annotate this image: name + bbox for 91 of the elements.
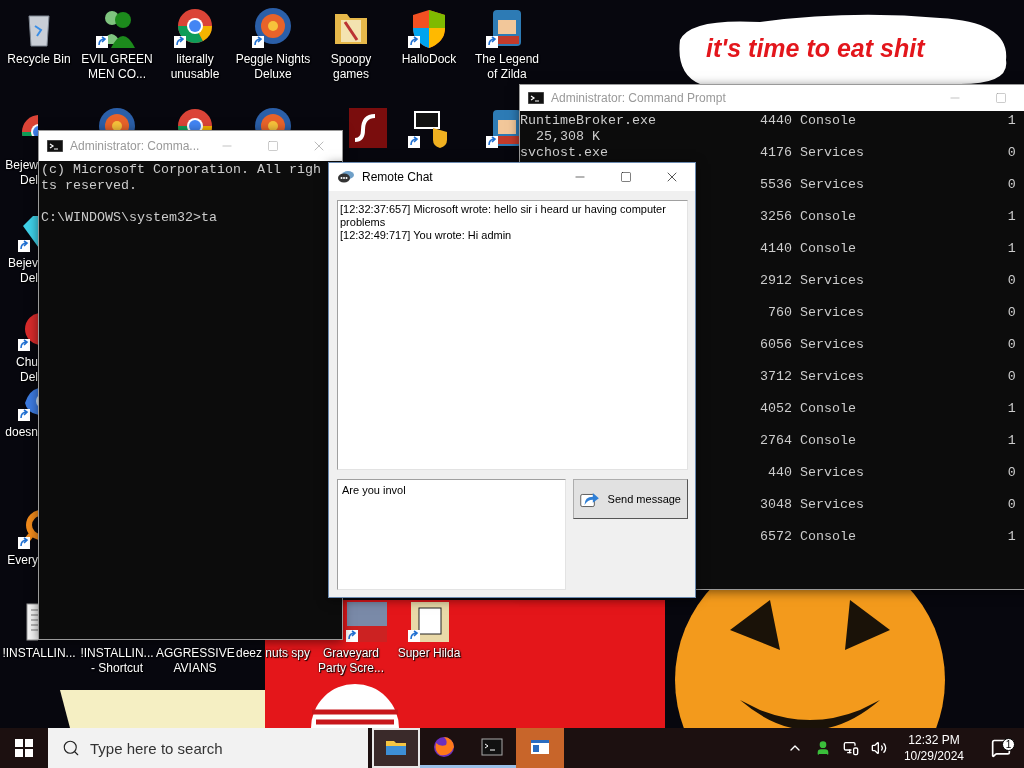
session-number: 0 bbox=[1007, 273, 1016, 289]
process-name: svchost.exe bbox=[520, 145, 609, 161]
window-title: Administrator: Command Prompt bbox=[551, 91, 727, 105]
process-id: 760 bbox=[766, 305, 792, 321]
desktop-icon-label[interactable]: AGGRESSIVE AVIANS bbox=[156, 646, 234, 676]
console-icon bbox=[528, 92, 544, 104]
desktop-icon-label[interactable]: The Legend of Zilda bbox=[468, 52, 546, 82]
process-id: 2912 bbox=[759, 273, 792, 289]
session-name: Services bbox=[799, 273, 865, 289]
start-icon bbox=[15, 739, 33, 757]
desktop-icon-label[interactable]: Graveyard Party Scre... bbox=[312, 646, 390, 676]
maximize-icon bbox=[995, 92, 1007, 104]
notification-count: 1 bbox=[1002, 738, 1015, 751]
chat-message: [12:32:37:657] Microsoft wrote: hello sir i heard ur having computer problems bbox=[340, 203, 667, 229]
session-number: 1 bbox=[1007, 529, 1016, 545]
desktop-icon-label[interactable]: Every bbox=[0, 553, 38, 568]
session-number: 1 bbox=[1007, 209, 1016, 225]
wallpaper-caption: it's time to eat shit bbox=[706, 34, 925, 63]
desktop-icon-label[interactable]: literally unusable bbox=[156, 52, 234, 82]
search-icon bbox=[62, 739, 80, 757]
session-number: 0 bbox=[1007, 497, 1016, 513]
session-name: Services bbox=[799, 305, 865, 321]
process-name: RuntimeBroker.exe bbox=[520, 113, 657, 129]
clock-date[interactable]: 10/29/2024 bbox=[903, 748, 964, 764]
window-title: Remote Chat bbox=[362, 170, 434, 184]
maximize-icon bbox=[267, 140, 279, 152]
process-id: 4052 bbox=[759, 401, 792, 417]
console-output: ts reserved. bbox=[41, 178, 138, 194]
process-id: 4140 bbox=[759, 241, 792, 257]
session-name: Services bbox=[799, 145, 865, 161]
desktop-icon-label[interactable]: EVIL GREEN MEN CO... bbox=[78, 52, 156, 82]
session-number: 0 bbox=[1007, 305, 1016, 321]
session-number: 1 bbox=[1007, 433, 1016, 449]
memory-usage: 25,308 K bbox=[535, 129, 601, 145]
desktop-icon-label[interactable]: Chu Del bbox=[0, 355, 38, 385]
desktop-icon-label[interactable]: !INSTALLIN... bbox=[0, 646, 78, 661]
console-icon bbox=[47, 140, 63, 152]
session-name: Console bbox=[799, 433, 857, 449]
process-id: 3048 bbox=[759, 497, 792, 513]
session-name: Console bbox=[799, 529, 857, 545]
session-number: 0 bbox=[1007, 145, 1016, 161]
session-name: Console bbox=[799, 241, 857, 257]
desktop-icon-label[interactable]: !INSTALLIN... - Shortcut bbox=[78, 646, 156, 676]
process-id: 2764 bbox=[759, 433, 792, 449]
desktop-icon-label[interactable]: Bejew Del bbox=[0, 158, 38, 188]
process-id: 6056 bbox=[759, 337, 792, 353]
console-output: (c) Microsoft Corporation. All righ bbox=[41, 162, 322, 178]
session-name: Console bbox=[799, 113, 857, 129]
session-name: Services bbox=[799, 465, 865, 481]
session-number: 1 bbox=[1007, 401, 1016, 417]
desktop-icon-label[interactable]: Spoopy games bbox=[312, 52, 390, 82]
process-id: 3256 bbox=[759, 209, 792, 225]
process-id: 5536 bbox=[759, 177, 792, 193]
desktop-icon-label[interactable]: Peggle Nights Deluxe bbox=[234, 52, 312, 82]
desktop-icon-label[interactable]: doesn bbox=[0, 425, 38, 440]
session-number: 1 bbox=[1007, 113, 1016, 129]
search-field[interactable]: Type here to search bbox=[48, 728, 368, 768]
session-name: Services bbox=[799, 369, 865, 385]
globe-icon bbox=[432, 734, 456, 759]
desktop-icon-label[interactable]: HalloDock bbox=[390, 52, 468, 67]
session-name: Services bbox=[799, 337, 865, 353]
session-name: Console bbox=[799, 401, 857, 417]
session-name: Console bbox=[799, 209, 857, 225]
process-id: 440 bbox=[766, 465, 792, 481]
session-number: 0 bbox=[1007, 369, 1016, 385]
desktop-icon-label[interactable]: Bejev Del bbox=[0, 256, 38, 286]
chat-message: [12:32:49:717] You wrote: Hi admin bbox=[340, 229, 513, 242]
taskbar-app-button[interactable] bbox=[372, 728, 420, 768]
session-number: 0 bbox=[1007, 337, 1016, 353]
console-prompt: C:\WINDOWS\system32>ta bbox=[41, 210, 218, 226]
chat-bubbles-icon bbox=[337, 170, 355, 184]
send-message-button[interactable]: Send message bbox=[573, 479, 688, 519]
session-number: 1 bbox=[1007, 241, 1016, 257]
maximize-icon bbox=[620, 171, 632, 183]
desktop-icon-label[interactable]: deez nuts spy bbox=[234, 646, 312, 661]
process-id: 4176 bbox=[759, 145, 792, 161]
process-id: 4440 bbox=[759, 113, 792, 129]
message-input[interactable]: Are you invol bbox=[337, 479, 566, 590]
clock-time[interactable]: 12:32 PM bbox=[908, 732, 960, 748]
picture-icon[interactable] bbox=[345, 600, 389, 644]
process-id: 6572 bbox=[759, 529, 792, 545]
session-name: Services bbox=[799, 177, 865, 193]
process-id: 3712 bbox=[759, 369, 792, 385]
window-title: Administrator: Comma... bbox=[70, 139, 201, 153]
desktop-icon-label[interactable]: Recycle Bin bbox=[0, 52, 78, 67]
pixel-art-icon[interactable] bbox=[407, 600, 451, 644]
taskbar-app-button[interactable] bbox=[516, 728, 564, 768]
session-number: 0 bbox=[1007, 177, 1016, 193]
session-name: Services bbox=[799, 497, 865, 513]
desktop-icon-label[interactable]: Super Hilda bbox=[390, 646, 468, 661]
session-number: 0 bbox=[1007, 465, 1016, 481]
